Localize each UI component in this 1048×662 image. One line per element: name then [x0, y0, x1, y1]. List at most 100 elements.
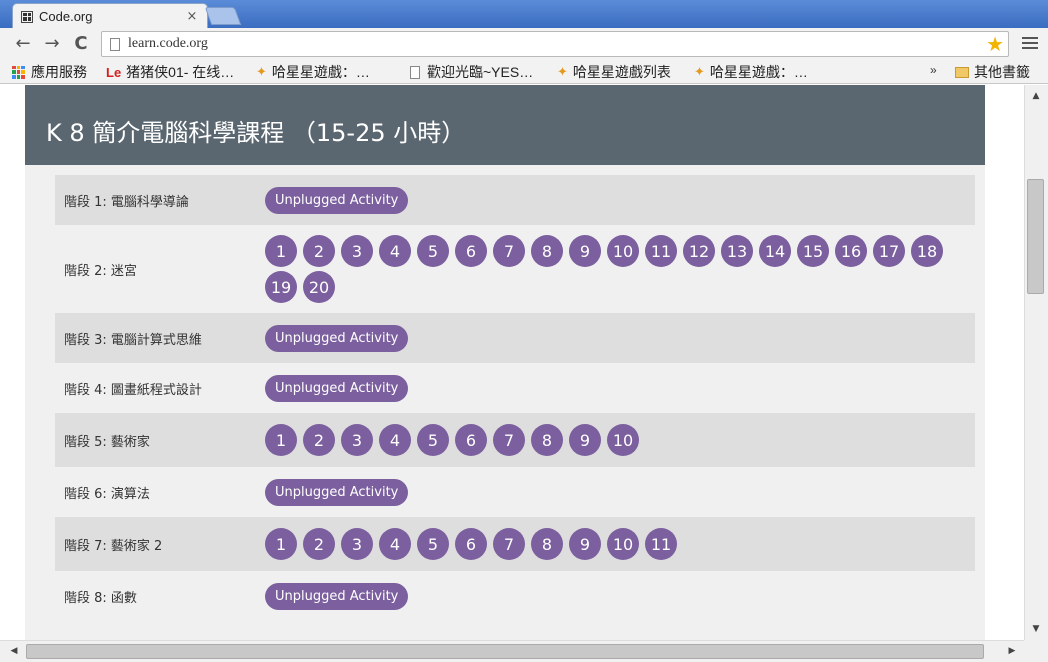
bookmark-item[interactable]: ✦ 哈星星遊戲：… [256, 62, 370, 82]
page-icon [110, 37, 120, 51]
bookmark-item[interactable]: ✦ 哈星星遊戲：… [694, 62, 808, 82]
unplugged-activity-button[interactable]: Unplugged Activity [265, 374, 409, 402]
unplugged-activity-button[interactable]: Unplugged Activity [265, 324, 409, 352]
stage-row: 階段 8: 函數 Unplugged Activity [55, 571, 975, 621]
scroll-left-icon[interactable]: ◀ [4, 641, 24, 661]
level-bubble[interactable]: 4 [379, 235, 411, 267]
vertical-scroll-thumb[interactable] [1027, 179, 1044, 294]
level-bubble[interactable]: 9 [569, 424, 601, 456]
browser-toolbar: ← → C learn.code.org ★ [0, 28, 1048, 60]
bookmarks-bar: 應用服務 Le 猪猪侠01- 在线… ✦ 哈星星遊戲：… 歡迎光臨~YES… ✦… [0, 60, 1048, 84]
level-bubble[interactable]: 10 [607, 235, 639, 267]
level-bubble[interactable]: 1 [265, 424, 297, 456]
level-bubble[interactable]: 8 [531, 528, 563, 560]
unplugged-activity-button[interactable]: Unplugged Activity [265, 478, 409, 506]
browser-tab[interactable]: Code.org × [12, 3, 208, 29]
page-icon [410, 65, 420, 79]
stage-row: 階段 1: 電腦科學導論 Unplugged Activity [55, 175, 975, 225]
scroll-up-icon[interactable]: ▲ [1025, 87, 1047, 105]
stage-activities: 1 2 3 4 5 6 7 8 9 10 11 [265, 528, 955, 560]
level-bubble[interactable]: 5 [417, 424, 449, 456]
bookmark-label: 哈星星遊戲：… [709, 64, 808, 80]
stage-label: 階段 3: 電腦計算式思維 [64, 332, 202, 348]
level-bubble[interactable]: 17 [873, 235, 905, 267]
forward-arrow-icon[interactable]: → [41, 33, 63, 55]
level-bubble[interactable]: 2 [303, 528, 335, 560]
new-tab-button[interactable] [204, 7, 242, 25]
level-bubble[interactable]: 1 [265, 528, 297, 560]
horizontal-scrollbar[interactable]: ◀ ▶ [0, 640, 1024, 662]
url-text[interactable]: learn.code.org [128, 36, 986, 52]
level-bubble[interactable]: 8 [531, 424, 563, 456]
level-bubble[interactable]: 18 [911, 235, 943, 267]
reload-icon[interactable]: C [70, 33, 92, 55]
level-bubble[interactable]: 19 [265, 271, 297, 303]
address-bar[interactable]: learn.code.org ★ [101, 31, 1009, 57]
unplugged-activity-button[interactable]: Unplugged Activity [265, 186, 409, 214]
level-bubble[interactable]: 3 [341, 528, 373, 560]
bookmark-star-icon[interactable]: ★ [986, 32, 1004, 56]
level-bubble[interactable]: 1 [265, 235, 297, 267]
level-bubble[interactable]: 10 [607, 424, 639, 456]
level-bubble[interactable]: 12 [683, 235, 715, 267]
level-bubble[interactable]: 7 [493, 424, 525, 456]
codeorg-favicon-icon [21, 10, 33, 23]
stage-label: 階段 7: 藝術家 2 [64, 538, 163, 554]
unplugged-activity-button[interactable]: Unplugged Activity [265, 582, 409, 610]
stage-row: 階段 7: 藝術家 2 1 2 3 4 5 6 7 8 9 10 11 [55, 517, 975, 571]
bookmark-item[interactable]: ✦ 哈星星遊戲列表 [557, 62, 671, 82]
star-icon: ✦ [694, 64, 705, 79]
stage-row: 階段 2: 迷宮 1 2 3 4 5 6 7 8 9 10 11 12 13 14 15 16 17 18 19 20 [55, 225, 975, 313]
bookmark-apps[interactable]: 應用服務 [12, 62, 87, 82]
chrome-menu-icon[interactable] [1022, 35, 1038, 51]
horizontal-scroll-thumb[interactable] [26, 644, 984, 659]
level-bubble[interactable]: 11 [645, 235, 677, 267]
scroll-right-icon[interactable]: ▶ [1002, 641, 1022, 661]
level-bubble[interactable]: 6 [455, 235, 487, 267]
stage-label: 階段 4: 圖畫紙程式設計 [64, 382, 202, 398]
level-bubble[interactable]: 5 [417, 528, 449, 560]
close-tab-icon[interactable]: × [185, 9, 199, 24]
bookmark-label: 哈星星遊戲列表 [572, 64, 671, 80]
level-bubble[interactable]: 9 [569, 528, 601, 560]
bookmarks-overflow-icon[interactable]: » [930, 63, 937, 77]
bookmark-item[interactable]: 歡迎光臨~YES… [410, 62, 533, 82]
bookmark-label: 歡迎光臨~YES… [427, 64, 534, 80]
level-bubble[interactable]: 4 [379, 528, 411, 560]
stages-panel: 階段 1: 電腦科學導論 Unplugged Activity 階段 2: 迷宮 1 2… [25, 165, 985, 640]
level-bubble[interactable]: 11 [645, 528, 677, 560]
stage-activities: Unplugged Activity [265, 324, 955, 352]
level-bubble[interactable]: 2 [303, 424, 335, 456]
level-bubble[interactable]: 3 [341, 424, 373, 456]
level-bubble[interactable]: 3 [341, 235, 373, 267]
level-bubble[interactable]: 7 [493, 528, 525, 560]
stage-label: 階段 6: 演算法 [64, 486, 150, 502]
scroll-down-icon[interactable]: ▼ [1025, 620, 1047, 638]
level-bubble[interactable]: 8 [531, 235, 563, 267]
scrollbar-corner [1024, 640, 1048, 662]
level-bubble[interactable]: 4 [379, 424, 411, 456]
bookmark-label: 猪猪侠01- 在线… [126, 64, 235, 80]
other-bookmarks[interactable]: 其他書籤 [955, 62, 1030, 82]
level-bubble[interactable]: 20 [303, 271, 335, 303]
bookmark-item[interactable]: Le 猪猪侠01- 在线… [106, 62, 234, 82]
stage-row: 階段 3: 電腦計算式思維 Unplugged Activity [55, 313, 975, 363]
level-bubble[interactable]: 7 [493, 235, 525, 267]
level-bubble[interactable]: 10 [607, 528, 639, 560]
star-icon: ✦ [256, 64, 267, 79]
level-bubble[interactable]: 13 [721, 235, 753, 267]
level-bubble[interactable]: 16 [835, 235, 867, 267]
stage-activities: Unplugged Activity [265, 582, 955, 610]
level-bubble[interactable]: 2 [303, 235, 335, 267]
level-bubble[interactable]: 9 [569, 235, 601, 267]
level-bubble[interactable]: 5 [417, 235, 449, 267]
level-bubble[interactable]: 6 [455, 424, 487, 456]
level-bubble[interactable]: 15 [797, 235, 829, 267]
back-arrow-icon[interactable]: ← [12, 33, 34, 55]
level-bubble[interactable]: 14 [759, 235, 791, 267]
level-bubble[interactable]: 6 [455, 528, 487, 560]
folder-icon [955, 66, 969, 78]
stage-activities: Unplugged Activity [265, 186, 955, 214]
stage-label: 階段 1: 電腦科學導論 [64, 194, 189, 210]
vertical-scrollbar[interactable]: ▲ ▼ [1024, 85, 1048, 640]
